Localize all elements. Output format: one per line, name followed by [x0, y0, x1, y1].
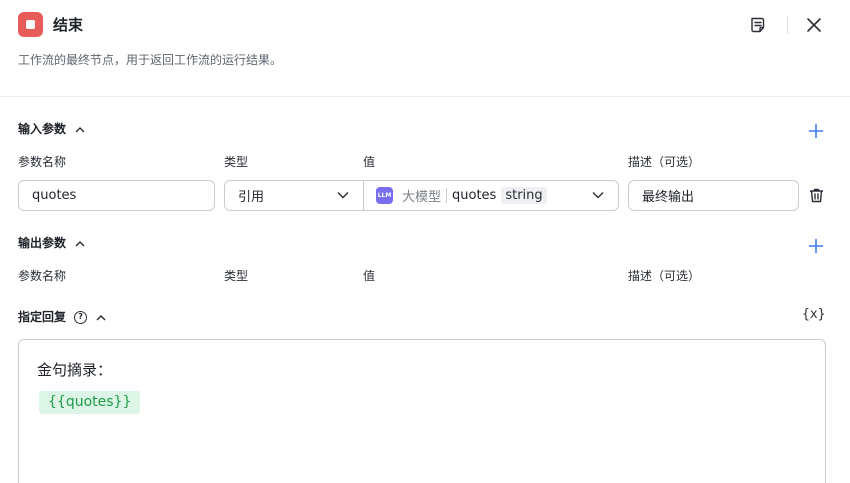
reply-section-title: 指定回复 ?: [18, 309, 107, 325]
reply-text: 金句摘录：: [37, 361, 113, 379]
chevron-up-icon[interactable]: [95, 311, 107, 323]
ref-node-name: 大模型: [402, 190, 442, 205]
col-param-name: 参数名称: [18, 155, 67, 169]
node-description: 工作流的最终节点，用于返回工作流的运行结果。: [18, 53, 283, 67]
variable-token[interactable]: {{quotes}}: [39, 391, 141, 414]
param-name-input[interactable]: quotes: [18, 180, 215, 211]
node-title[interactable]: 结束: [53, 15, 83, 35]
col-value: 值: [363, 269, 376, 283]
param-type-select[interactable]: 引用: [224, 180, 364, 211]
reply-editor[interactable]: 金句摘录： {{quotes}}: [18, 339, 826, 483]
end-node-icon: [18, 12, 43, 37]
trash-icon[interactable]: [808, 187, 825, 204]
llm-badge-icon: LLM: [376, 187, 393, 204]
input-params-label: 输入参数: [18, 122, 67, 136]
chevron-down-icon: [337, 188, 349, 203]
insert-variable-button[interactable]: {x}: [802, 307, 825, 322]
add-input-param-button[interactable]: [808, 123, 824, 139]
col-type: 类型: [224, 155, 249, 169]
ref-type-badge: string: [501, 187, 547, 204]
chevron-up-icon[interactable]: [74, 123, 86, 135]
output-params-label: 输出参数: [18, 236, 67, 250]
reply-section-label: 指定回复: [18, 310, 67, 324]
param-description-input[interactable]: 最终输出: [628, 180, 799, 211]
help-icon[interactable]: ?: [74, 310, 88, 324]
notes-icon[interactable]: [747, 14, 769, 36]
col-param-name: 参数名称: [18, 269, 67, 283]
header-divider: [787, 16, 788, 34]
col-description: 描述（可选）: [628, 155, 701, 169]
input-params-title: 输入参数: [18, 121, 86, 137]
chevron-up-icon[interactable]: [74, 237, 86, 249]
node-header: 结束 工作流的最终节点，用于返回工作流的运行结果。: [0, 0, 850, 97]
ref-divider: [446, 188, 448, 203]
ref-variable-name: quotes: [452, 188, 497, 203]
param-value-reference-select[interactable]: LLM 大模型 quotes string: [363, 180, 619, 211]
output-params-title: 输出参数: [18, 235, 86, 251]
col-value: 值: [363, 155, 376, 169]
param-type-value: 引用: [238, 190, 265, 205]
col-type: 类型: [224, 269, 249, 283]
chevron-down-icon: [592, 188, 604, 203]
close-icon[interactable]: [803, 14, 825, 36]
col-description: 描述（可选）: [628, 269, 701, 283]
add-output-param-button[interactable]: [808, 238, 824, 254]
